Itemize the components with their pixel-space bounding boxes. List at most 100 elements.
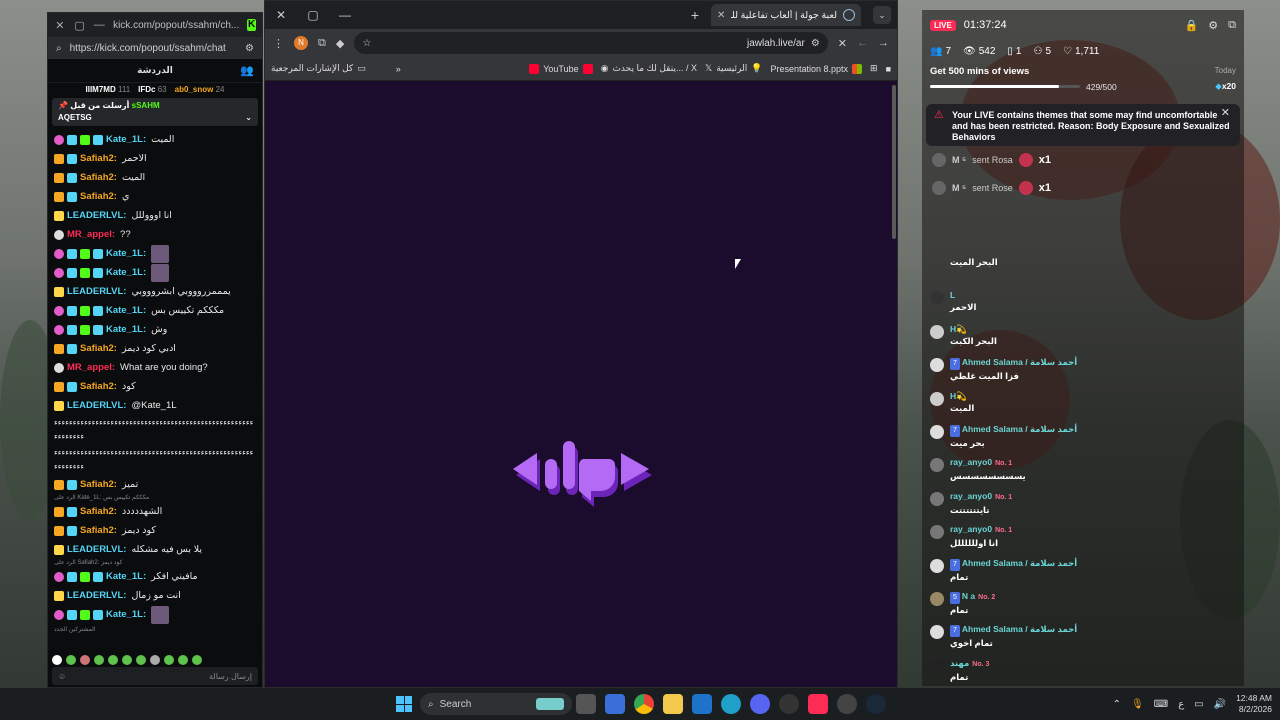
chat-message[interactable]: Kate_1L: الميت: [54, 130, 256, 149]
language-indicator[interactable]: ع: [1178, 699, 1184, 710]
windows-start-icon[interactable]: [396, 696, 412, 712]
all-bookmarks[interactable]: كل الإشارات المرجعية ▭: [271, 63, 366, 74]
chat-message[interactable]: MR_appel: What are you doing?: [54, 358, 256, 377]
maximize-icon[interactable]: ▢: [303, 8, 323, 22]
menu-icon[interactable]: ⋮: [273, 37, 284, 50]
clock[interactable]: 12:48 AM 8/2/2026: [1236, 693, 1272, 715]
site-info-icon[interactable]: ⚙: [811, 38, 820, 49]
outlook-icon[interactable]: [692, 694, 712, 714]
live-chat-item[interactable]: 7 Ahmed Salama / أحمد سلامة تمام اخوي: [922, 623, 1244, 656]
chrome-icon[interactable]: [634, 694, 654, 714]
close-icon[interactable]: ✕: [271, 8, 291, 22]
chat-message[interactable]: Safiah2: تميز: [54, 475, 256, 494]
display-icon[interactable]: ▭: [1194, 699, 1203, 710]
live-chat-item[interactable]: 7 Ahmed Salama / أحمد سلامة فزا الميت غلطي: [922, 356, 1244, 389]
chat-message[interactable]: Kate_1L:: [54, 263, 256, 282]
bookmark-youtube[interactable]: YouTube: [529, 63, 593, 74]
reply-context[interactable]: الرد على Kate_1L: مكككم تكييس بس: [54, 494, 256, 502]
task-view-icon[interactable]: [576, 694, 596, 714]
chat-username[interactable]: Safiah2:: [80, 343, 117, 354]
chat-username[interactable]: MR_appel:: [67, 229, 115, 240]
chat-username[interactable]: LEADERLVL:: [67, 590, 126, 601]
settings-icon[interactable]: [837, 694, 857, 714]
keyboard-icon[interactable]: ⌨: [1154, 699, 1168, 710]
bookmark-home[interactable]: 𝕏 الرئيسية 💡: [705, 63, 762, 74]
chat-username[interactable]: Safiah2:: [80, 525, 117, 536]
back-icon[interactable]: ←: [857, 37, 868, 49]
gift-sender[interactable]: M ⁵: [952, 183, 966, 193]
chat-message[interactable]: ءءءءءءءءءءءءءءءءءءءءءءءءءءءءءءءءءءءءءءءء…: [54, 445, 256, 475]
live-chat-item[interactable]: 7 Ahmed Salama / أحمد سلامة بحر ميت: [922, 423, 1244, 456]
live-stat[interactable]: 👁 542: [963, 46, 995, 57]
chat-username[interactable]: Kate_1L:: [106, 324, 146, 335]
chat-message[interactable]: Safiah2: الشهددددد: [54, 502, 256, 521]
gifter[interactable]: ab0_snow 24: [175, 85, 225, 94]
chat-username[interactable]: Kate_1L:: [106, 134, 146, 145]
bookmark-x[interactable]: ◉ ينقل لك ما يحدث... / X: [601, 63, 697, 74]
chat-username[interactable]: LEADERLVL:: [67, 400, 126, 411]
chat-message[interactable]: Safiah2: كود: [54, 377, 256, 396]
live-chat-item[interactable]: ray_anyo0 No. 1 يسسسسسسسس: [922, 456, 1244, 489]
address-bar[interactable]: ☆ jawlah.live/ar ⚙: [354, 32, 828, 54]
chat-message[interactable]: Safiah2: ادبي كود ديمز: [54, 339, 256, 358]
chat-username[interactable]: Safiah2:: [80, 153, 117, 164]
live-chat-item[interactable]: H💫 الميت: [922, 390, 1244, 423]
avatar[interactable]: [930, 358, 944, 373]
tune-icon[interactable]: ⚙: [245, 43, 254, 54]
gifter[interactable]: IFDc 63: [138, 85, 166, 94]
chat-message[interactable]: LEADERLVL: @Kate_1L: [54, 396, 256, 415]
avatar[interactable]: [930, 658, 944, 673]
chat-message[interactable]: Kate_1L: مكككم تكييس بس: [54, 301, 256, 320]
reply-context[interactable]: الرد على Safiah2: كود ديمز: [54, 559, 256, 567]
chat-message[interactable]: Kate_1L: مافيني افكر: [54, 567, 256, 586]
discord-icon[interactable]: [750, 694, 770, 714]
bookmark-overflow[interactable]: »: [396, 64, 401, 74]
avatar[interactable]: [930, 625, 944, 640]
chat-message[interactable]: LEADERLVL: يلا بس فيه مشكله: [54, 540, 256, 559]
chat-username[interactable]: LEADERLVL:: [67, 210, 126, 221]
chat-username[interactable]: Kate_1L:: [106, 609, 146, 620]
chat-username[interactable]: LEADERLVL:: [67, 544, 126, 555]
bookmark-presentation[interactable]: Presentation 8.pptx: [770, 63, 863, 74]
minimize-icon[interactable]: —: [93, 19, 105, 31]
tab-jawlah[interactable]: لعبة جولة | ألعاب تفاعلية للبث الـ... ✕: [711, 4, 861, 26]
avatar[interactable]: [932, 181, 946, 195]
chat-message[interactable]: Kate_1L:: [54, 244, 256, 263]
chat-username[interactable]: ray_anyo0: [950, 491, 992, 501]
new-tab-button[interactable]: +: [691, 7, 699, 23]
chat-message[interactable]: Safiah2: كود ديمز: [54, 521, 256, 540]
avatar[interactable]: [930, 458, 944, 473]
chat-username[interactable]: LEADERLVL:: [67, 286, 126, 297]
chat-username[interactable]: Kate_1L:: [106, 248, 146, 259]
forward-icon[interactable]: →: [878, 37, 889, 49]
chat-message[interactable]: LEADERLVL: يمممرروووبي ابشروووبي: [54, 282, 256, 301]
send-message-input[interactable]: ☺ إرسال رسالة: [52, 667, 258, 685]
chat-username[interactable]: ray_anyo0: [950, 457, 992, 467]
chat-message[interactable]: LEADERLVL: انا اوووللل: [54, 206, 256, 225]
avatar[interactable]: [930, 525, 944, 540]
live-stat[interactable]: 👥 7: [930, 46, 951, 57]
chat-username[interactable]: Safiah2:: [80, 479, 117, 490]
gear-icon[interactable]: ⚙: [1208, 19, 1218, 32]
pinned-message[interactable]: 📌 أرسلت من قبل sSAHM AQETSG ⌄: [52, 98, 258, 126]
live-chat-item[interactable]: ray_anyo0 No. 1 انا اوللللللل: [922, 523, 1244, 556]
avatar[interactable]: [930, 591, 944, 606]
avatar[interactable]: [930, 491, 944, 506]
gift-sender[interactable]: M ⁵: [952, 155, 966, 165]
live-chat-item[interactable]: البحر الميت: [922, 256, 1244, 289]
tab-icon[interactable]: ■: [886, 64, 891, 74]
extensions-icon[interactable]: ⧉: [318, 37, 326, 50]
chat-username[interactable]: Safiah2:: [80, 381, 117, 392]
chat-username[interactable]: Ahmed Salama / أحمد سلامة: [962, 558, 1077, 568]
chat-username[interactable]: MR_appel:: [67, 362, 115, 373]
live-chat-item[interactable]: 7 Ahmed Salama / أحمد سلامة تمام: [922, 557, 1244, 590]
chat-username[interactable]: Kate_1L:: [106, 571, 146, 582]
avatar[interactable]: [930, 324, 944, 339]
apps-icon[interactable]: ⊞: [870, 63, 878, 74]
live-chat-item[interactable]: 5N a No. 2 تمام: [922, 590, 1244, 623]
avatar[interactable]: [932, 153, 946, 167]
profile-avatar[interactable]: N: [294, 36, 308, 50]
chat-message[interactable]: Kate_1L:: [54, 605, 256, 624]
tab-close-icon[interactable]: ✕: [717, 10, 725, 21]
minimize-icon[interactable]: —: [335, 8, 355, 22]
